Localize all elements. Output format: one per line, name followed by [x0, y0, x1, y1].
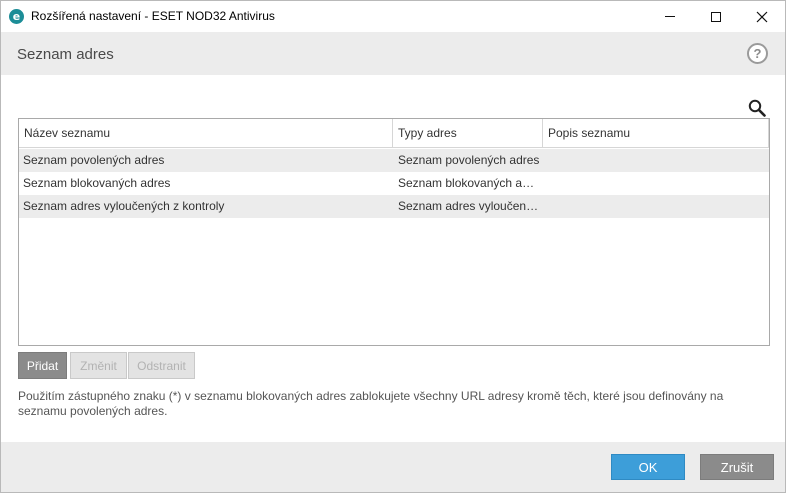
table-row[interactable]: Seznam adres vyloučených z kontroly Sezn…	[19, 195, 769, 218]
minimize-button[interactable]	[647, 1, 693, 32]
cell-description	[544, 149, 769, 172]
title-bar[interactable]: e Rozšířená nastavení - ESET NOD32 Antiv…	[1, 1, 785, 32]
maximize-button[interactable]	[693, 1, 739, 32]
minimize-icon	[665, 16, 675, 17]
cell-name: Seznam adres vyloučených z kontroly	[23, 199, 225, 213]
close-button[interactable]	[739, 1, 785, 32]
maximize-icon	[711, 11, 721, 22]
cell-name: Seznam blokovaných adres	[23, 176, 171, 190]
eset-logo-icon: e	[9, 9, 24, 24]
search-button[interactable]	[745, 97, 769, 118]
column-header-types[interactable]: Typy adres	[393, 119, 543, 148]
column-header-description[interactable]: Popis seznamu	[543, 119, 769, 148]
dialog-footer: OK Zrušit	[1, 442, 785, 492]
cell-description	[544, 195, 769, 218]
edit-button[interactable]: Změnit	[70, 352, 127, 379]
section-title: Seznam adres	[17, 46, 114, 63]
table-row[interactable]: Seznam blokovaných adres Seznam blokovan…	[19, 172, 769, 195]
ok-button[interactable]: OK	[611, 454, 685, 480]
table-row[interactable]: Seznam povolených adres Seznam povolenýc…	[19, 149, 769, 172]
cancel-button[interactable]: Zrušit	[700, 454, 774, 480]
address-list-table: Název seznamu Typy adres Popis seznamu S…	[18, 118, 770, 346]
close-icon	[756, 11, 768, 22]
search-icon	[748, 99, 766, 117]
help-icon[interactable]: ?	[747, 43, 768, 64]
cell-type: Seznam povolených adres	[398, 153, 540, 167]
window-title: Rozšířená nastavení - ESET NOD32 Antivir…	[31, 9, 275, 23]
column-header-name[interactable]: Název seznamu	[19, 119, 393, 148]
settings-window: e Rozšířená nastavení - ESET NOD32 Antiv…	[0, 0, 786, 493]
table-header: Název seznamu Typy adres Popis seznamu	[19, 119, 769, 148]
section-header: Seznam adres ?	[1, 32, 785, 75]
cell-type: Seznam blokovaných adres	[398, 176, 540, 190]
cell-name: Seznam povolených adres	[23, 153, 165, 167]
cell-type: Seznam adres vyloučených z kontroly	[398, 199, 540, 213]
remove-button[interactable]: Odstranit	[128, 352, 195, 379]
add-button[interactable]: Přidat	[18, 352, 67, 379]
wildcard-note: Použitím zástupného znaku (*) v seznamu …	[18, 389, 724, 418]
cell-description	[544, 172, 769, 195]
